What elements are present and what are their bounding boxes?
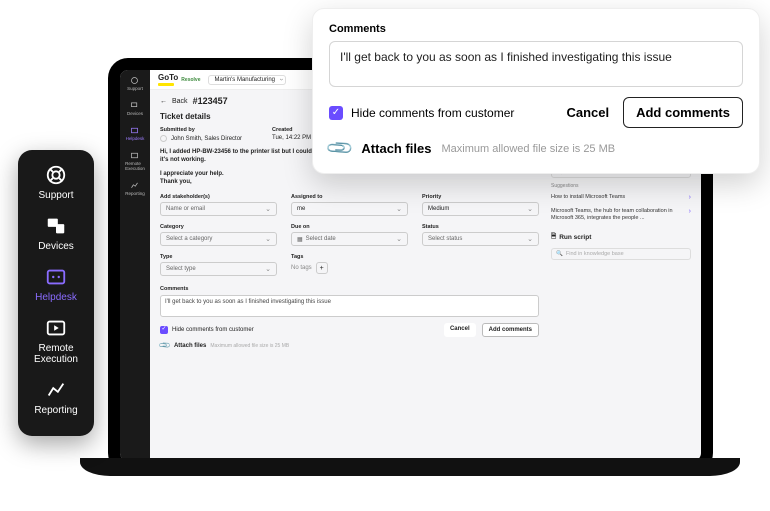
ticket-number: #123457 [193, 96, 228, 106]
product-tag: Resolve [181, 77, 200, 83]
nav-support[interactable]: Support [38, 164, 73, 201]
chevron-down-icon: ⌄ [527, 235, 533, 243]
calendar-icon: ▦ [297, 236, 303, 243]
kb-suggestion[interactable]: How to install Microsoft Teams› [551, 194, 691, 203]
nav-devices-label: Devices [38, 241, 74, 252]
chevron-right-icon: › [689, 208, 691, 217]
side-reporting[interactable]: Reporting [125, 181, 145, 196]
side-helpdesk[interactable]: Helpdesk [126, 126, 145, 141]
devices-icon [45, 215, 67, 237]
logo: GoTo Resolve [158, 73, 200, 86]
nav-helpdesk[interactable]: Helpdesk [35, 266, 77, 303]
paperclip-icon: 📎 [325, 133, 356, 164]
primary-nav-float: Support Devices Helpdesk Remote Executio… [18, 150, 94, 436]
suggestions-label: Suggestions [551, 183, 691, 189]
popover-label: Comments [329, 23, 743, 35]
submitted-by-label: Submitted by [160, 127, 242, 133]
helpdesk-icon [45, 266, 67, 288]
nav-support-label: Support [38, 190, 73, 201]
ticket-form: Add stakeholder(s) Name or email⌄ Assign… [160, 194, 539, 276]
search-icon: 🔍 [556, 251, 563, 257]
attach-files-link[interactable]: Attach files [174, 343, 206, 349]
logo-underline [158, 83, 174, 86]
priority-select[interactable]: Medium⌄ [422, 202, 539, 216]
chevron-down-icon: ⌄ [265, 235, 271, 243]
hide-comments-label: Hide comments from customer [172, 327, 254, 333]
popover-attach-link[interactable]: Attach files [361, 141, 431, 156]
chevron-right-icon: › [689, 194, 691, 203]
nav-devices[interactable]: Devices [38, 215, 74, 252]
script-icon: 🗎 [551, 232, 556, 243]
chevron-down-icon: ⌄ [265, 205, 271, 213]
comments-section: Comments Hide comments from customer Can… [160, 286, 539, 350]
cancel-button[interactable]: Cancel [444, 323, 476, 337]
due-label: Due on [291, 224, 408, 230]
popover-attach-hint: Maximum allowed file size is 25 MB [442, 143, 616, 155]
attach-hint: Maximum allowed file size is 25 MB [210, 343, 289, 349]
terminal-icon [45, 317, 67, 339]
type-label: Type [160, 254, 277, 260]
status-select[interactable]: Select status⌄ [422, 232, 539, 246]
due-date-input[interactable]: ▦Select date⌄ [291, 232, 408, 246]
status-label: Status [422, 224, 539, 230]
kb-suggestion[interactable]: Microsoft Teams, the hub for team collab… [551, 208, 691, 222]
stakeholder-select[interactable]: Name or email⌄ [160, 202, 277, 216]
headset-icon [45, 164, 67, 186]
chevron-down-icon: ⌄ [396, 205, 402, 213]
side-support[interactable]: Support [127, 76, 143, 91]
category-label: Category [160, 224, 277, 230]
avatar [160, 135, 167, 142]
nav-reporting[interactable]: Reporting [34, 379, 77, 416]
script-search-input[interactable]: 🔍Find in knowledge base [551, 248, 691, 260]
chevron-down-icon: ⌄ [265, 265, 271, 273]
script-title: Run script [559, 234, 591, 241]
assigned-select[interactable]: me⌄ [291, 202, 408, 216]
paperclip-icon: 📎 [158, 339, 171, 352]
add-comments-button[interactable]: Add comments [482, 323, 539, 337]
popover-cancel-button[interactable]: Cancel [566, 105, 609, 120]
nav-reporting-label: Reporting [34, 405, 77, 416]
assigned-label: Assigned to [291, 194, 408, 200]
priority-label: Priority [422, 194, 539, 200]
back-link[interactable]: Back [172, 98, 188, 105]
back-arrow-icon[interactable]: ← [160, 98, 167, 105]
reporting-icon [45, 379, 67, 401]
stakeholder-label: Add stakeholder(s) [160, 194, 277, 200]
add-tag-button[interactable]: + [316, 262, 328, 274]
type-select[interactable]: Select type⌄ [160, 262, 277, 276]
side-remote[interactable]: Remote Execution [125, 151, 145, 171]
popover-textarea[interactable]: I'll get back to you as soon as I finish… [329, 41, 743, 87]
nav-remote-exec[interactable]: Remote Execution [34, 317, 78, 365]
tags-text: No tags [291, 265, 312, 271]
app-sidebar: Support Devices Helpdesk Remote Executio… [120, 70, 150, 461]
chevron-down-icon: ⌄ [396, 235, 402, 243]
script-section: 🗎Run script 🔍Find in knowledge base [551, 232, 691, 260]
logo-text: GoTo [158, 73, 178, 82]
submitted-by: John Smith, Sales Director [171, 136, 242, 142]
laptop-base [80, 458, 740, 476]
side-devices[interactable]: Devices [127, 101, 143, 116]
nav-remote-label: Remote Execution [34, 343, 78, 365]
chevron-down-icon: ⌄ [527, 205, 533, 213]
comments-label: Comments [160, 286, 539, 292]
comments-textarea[interactable] [160, 295, 539, 317]
org-selector[interactable]: Martin's Manufacturing [208, 75, 286, 85]
popover-add-button[interactable]: Add comments [623, 97, 743, 128]
category-select[interactable]: Select a category⌄ [160, 232, 277, 246]
nav-helpdesk-label: Helpdesk [35, 292, 77, 303]
popover-hide-label: Hide comments from customer [351, 106, 514, 120]
popover-hide-checkbox[interactable]: ✓ [329, 106, 343, 120]
hide-comments-checkbox[interactable] [160, 326, 168, 334]
tags-label: Tags [291, 254, 408, 260]
comments-popover: Comments I'll get back to you as soon as… [312, 8, 760, 174]
